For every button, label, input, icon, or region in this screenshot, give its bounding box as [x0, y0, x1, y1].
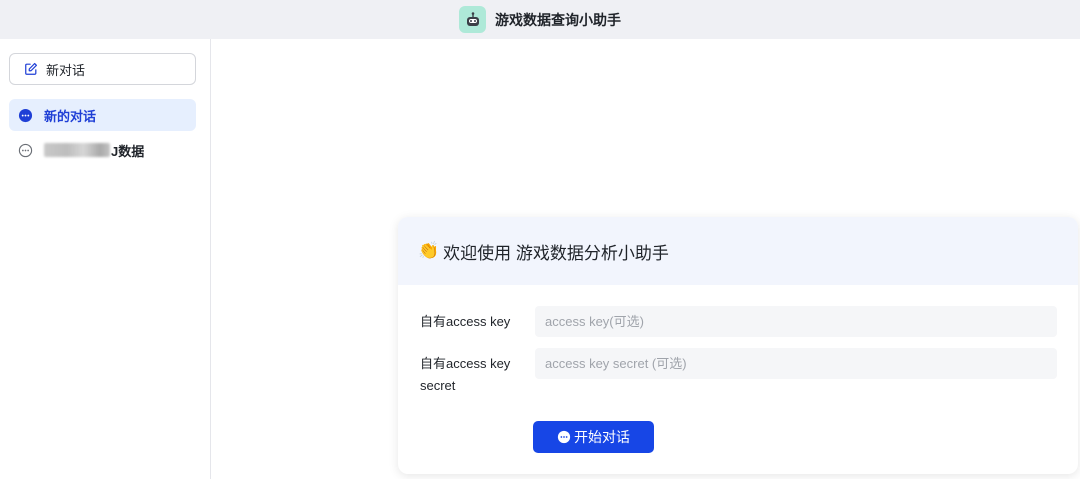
access-key-secret-label: 自有access key secret [420, 356, 511, 393]
access-key-input[interactable] [535, 306, 1057, 337]
welcome-card: 👏 欢迎使用 游戏数据分析小助手 自有access key 自有access k… [398, 217, 1078, 474]
new-chat-label: 新对话 [46, 62, 86, 78]
access-key-secret-input[interactable] [535, 348, 1057, 379]
start-button-label: 开始对话 [574, 429, 630, 445]
access-key-secret-row: 自有access key secret [420, 348, 1057, 397]
edit-icon [25, 62, 38, 75]
main-content: 👏 欢迎使用 游戏数据分析小助手 自有access key 自有access k… [211, 39, 1080, 479]
sidebar-item-new-conversation[interactable]: 新的对话 [9, 99, 196, 131]
sidebar: 新对话 新的对话 J数据 [0, 39, 211, 479]
chat-bubble-outline-icon [18, 143, 33, 157]
app-title: 游戏数据查询小助手 [495, 11, 621, 28]
clapping-hands-icon: 👏 [418, 241, 440, 260]
new-chat-button[interactable]: 新对话 [9, 53, 196, 85]
sidebar-item-data-conversation[interactable]: J数据 [9, 134, 196, 166]
robot-icon [459, 6, 486, 33]
sidebar-item-label: J数据 [111, 143, 145, 159]
redacted-text [44, 143, 110, 157]
chat-bubble-icon [18, 108, 33, 122]
welcome-header: 👏 欢迎使用 游戏数据分析小助手 [398, 217, 1078, 285]
sidebar-item-label: 新的对话 [44, 108, 97, 124]
start-conversation-button[interactable]: 开始对话 [533, 421, 654, 453]
access-key-label: 自有access key [420, 314, 511, 329]
chat-bubble-icon [557, 430, 571, 444]
top-bar: 游戏数据查询小助手 [0, 0, 1080, 39]
welcome-title: 欢迎使用 游戏数据分析小助手 [443, 243, 669, 263]
access-key-row: 自有access key [420, 306, 1057, 337]
